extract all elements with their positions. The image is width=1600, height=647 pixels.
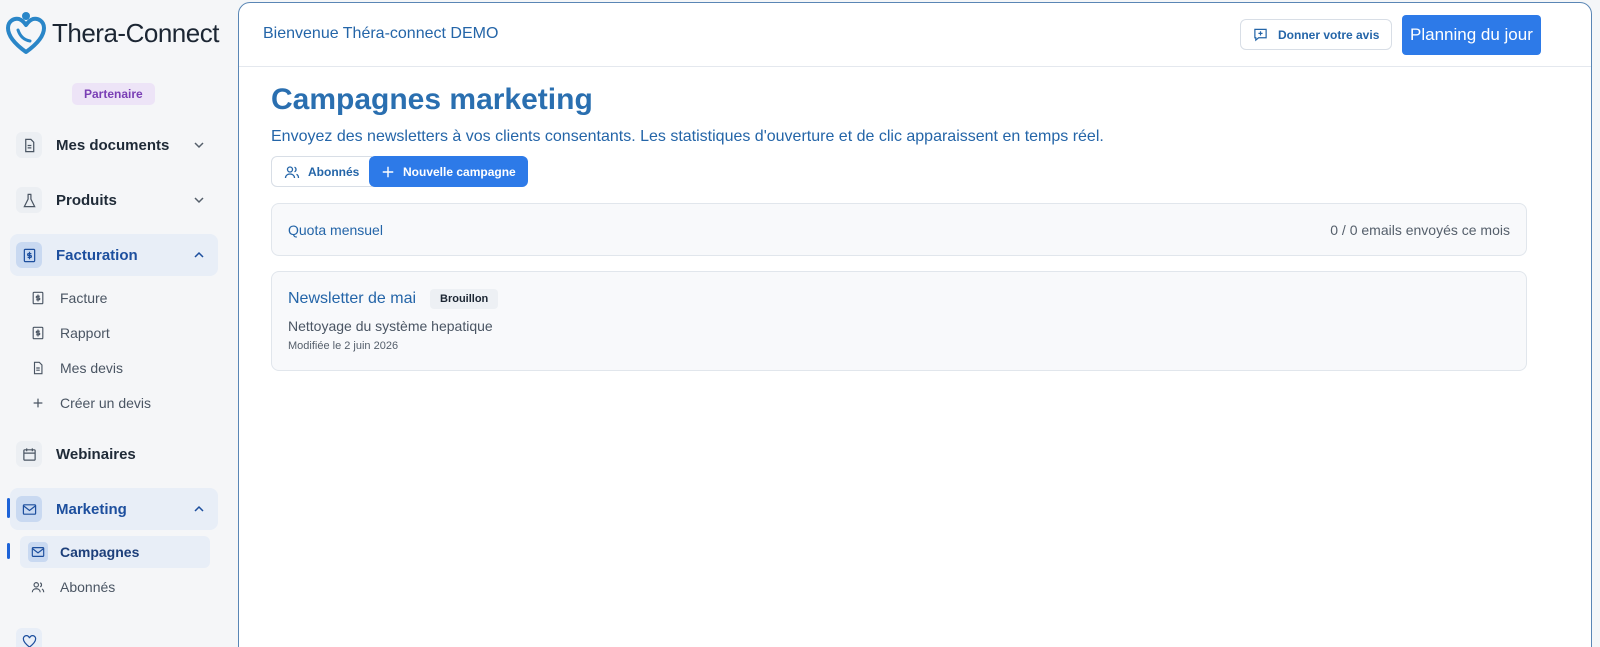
quota-label: Quota mensuel	[288, 222, 383, 238]
chevron-down-icon	[194, 197, 204, 204]
users-icon	[28, 577, 48, 597]
chevron-up-icon	[194, 251, 204, 258]
sidebar-subitem-invoice[interactable]: Facture	[20, 282, 210, 314]
brand-name: Thera-Connect	[52, 17, 219, 48]
document-icon	[16, 132, 42, 158]
sidebar-subitem-label: Campagnes	[60, 544, 140, 560]
dollar-invoice-icon	[28, 323, 48, 343]
sidebar-subitem-label: Rapport	[60, 325, 110, 341]
sidebar-item-label: Produits	[56, 191, 117, 209]
subscribers-button-label: Abonnés	[308, 164, 360, 179]
sidebar-item-products[interactable]: Produits	[10, 179, 218, 221]
document-icon	[28, 358, 48, 378]
users-icon	[284, 165, 300, 178]
chevron-up-icon	[194, 505, 204, 512]
active-subitem-marker	[7, 543, 10, 559]
sidebar-item-next-partial[interactable]	[10, 620, 218, 647]
dollar-invoice-icon	[28, 288, 48, 308]
feedback-label: Donner votre avis	[1278, 27, 1380, 42]
partner-badge: Partenaire	[72, 83, 155, 105]
sidebar: Thera-Connect Partenaire Mes documents P…	[0, 0, 238, 647]
welcome-text: Bienvenue Théra-connect DEMO	[263, 25, 499, 42]
sidebar-item-label: Facturation	[56, 246, 138, 264]
new-campaign-button[interactable]: Nouvelle campagne	[369, 156, 528, 187]
message-plus-icon	[1254, 28, 1267, 42]
sidebar-subitem-label: Abonnés	[60, 579, 116, 595]
campaign-card[interactable]: Newsletter de mai Brouillon Nettoyage du…	[271, 271, 1527, 371]
plus-icon	[28, 393, 48, 413]
mail-icon	[16, 496, 42, 522]
sidebar-item-marketing[interactable]: Marketing	[10, 488, 218, 530]
main-panel: Bienvenue Théra-connect DEMO Donner votr…	[238, 2, 1592, 647]
plus-icon	[382, 166, 394, 177]
campaign-modified-date: Modifiée le 2 juin 2026	[288, 340, 399, 352]
sidebar-subitem-report[interactable]: Rapport	[20, 317, 210, 349]
mail-icon	[28, 542, 48, 562]
calendar-icon	[16, 441, 42, 467]
sidebar-subitem-create-quote[interactable]: Créer un devis	[20, 387, 210, 419]
sidebar-subitem-quotes[interactable]: Mes devis	[20, 352, 210, 384]
quota-card: Quota mensuel 0 / 0 emails envoyés ce mo…	[271, 203, 1527, 256]
brand-logo[interactable]: Thera-Connect	[6, 10, 219, 56]
sidebar-subitem-label: Créer un devis	[60, 395, 152, 411]
sidebar-item-documents[interactable]: Mes documents	[10, 124, 218, 166]
heart-logo-icon	[6, 12, 46, 54]
app-root: Thera-Connect Partenaire Mes documents P…	[0, 0, 1600, 647]
sidebar-subitem-label: Mes devis	[60, 360, 124, 376]
page-subtitle: Envoyez des newsletters à vos clients co…	[271, 128, 1104, 145]
flask-icon	[16, 187, 42, 213]
sidebar-item-billing[interactable]: Facturation	[10, 234, 218, 276]
sidebar-item-label: Mes documents	[56, 136, 170, 154]
top-bar: Bienvenue Théra-connect DEMO Donner votr…	[239, 3, 1591, 67]
chevron-down-icon	[194, 142, 204, 149]
sidebar-item-webinars[interactable]: Webinaires	[10, 433, 218, 475]
subscribers-button[interactable]: Abonnés	[271, 156, 373, 187]
sidebar-subitem-campaigns[interactable]: Campagnes	[20, 536, 210, 568]
new-campaign-button-label: Nouvelle campagne	[403, 164, 516, 179]
sidebar-item-label: Webinaires	[56, 445, 136, 463]
sidebar-subitem-subscribers[interactable]: Abonnés	[20, 571, 210, 603]
campaign-title[interactable]: Newsletter de mai	[288, 290, 416, 308]
sidebar-subitem-label: Facture	[60, 290, 108, 306]
quota-value: 0 / 0 emails envoyés ce mois	[1330, 222, 1510, 238]
campaign-description: Nettoyage du système hepatique	[288, 318, 493, 334]
sidebar-item-label: Marketing	[56, 500, 127, 518]
status-badge: Brouillon	[430, 289, 499, 309]
heart-icon	[16, 628, 42, 647]
feedback-button[interactable]: Donner votre avis	[1240, 19, 1393, 50]
dollar-invoice-icon	[16, 242, 42, 268]
planning-button[interactable]: Planning du jour	[1402, 15, 1541, 55]
page-title: Campagnes marketing	[271, 83, 593, 116]
